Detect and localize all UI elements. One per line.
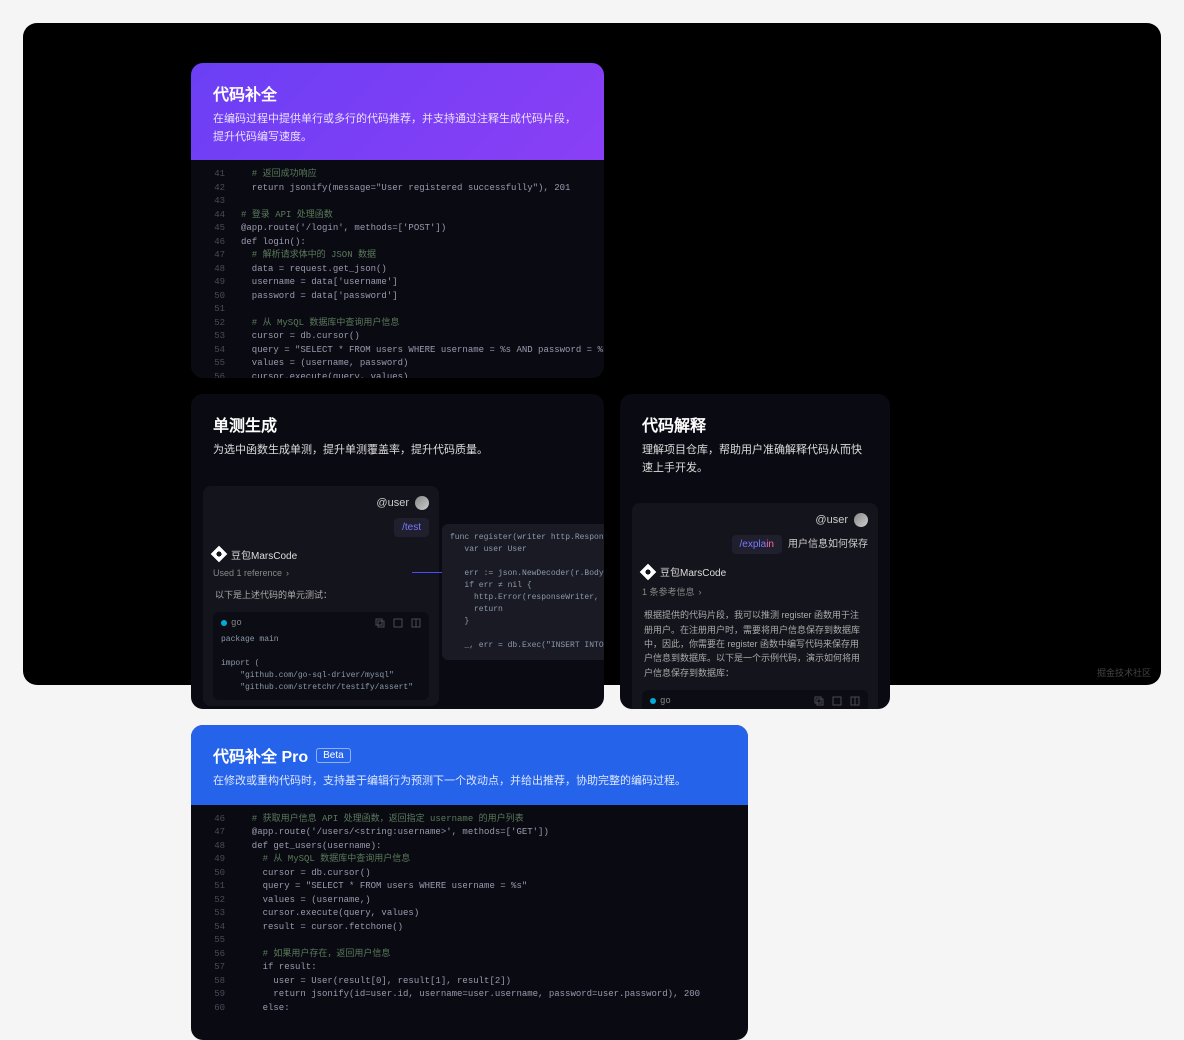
code-line: 50 password = data['password'] <box>191 290 604 304</box>
language-tag: go <box>650 696 671 706</box>
code-line: 59 return jsonify(id=user.id, username=u… <box>191 988 748 1002</box>
code-line: 54 result = cursor.fetchone() <box>191 921 748 935</box>
code-line: 44# 登录 API 处理函数 <box>191 209 604 223</box>
card-header: 单测生成 为选中函数生成单测，提升单测覆盖率，提升代码质量。 <box>191 394 604 474</box>
code-line: 56 # 如果用户存在，返回用户信息 <box>191 948 748 962</box>
code-text: package main import ( "github.com/go-sql… <box>221 634 421 694</box>
user-row: @user <box>213 496 429 510</box>
code-line: 45@app.route('/login', methods=['POST']) <box>191 222 604 236</box>
chat-panel: @user /test 豆包MarsCode Used 1 reference … <box>203 486 439 706</box>
avatar-icon <box>415 496 429 510</box>
code-line: 43 <box>191 195 604 209</box>
copy-icon[interactable] <box>814 696 824 706</box>
example-code-block: go func register(writer http.ResponseWri… <box>642 690 868 709</box>
bot-logo-icon <box>211 546 228 563</box>
code-line: 47 @app.route('/users/<string:username>'… <box>191 826 748 840</box>
card-title: 代码补全 <box>213 81 582 105</box>
diff-icon[interactable] <box>850 696 860 706</box>
code-line: 48 def get_users(username): <box>191 840 748 854</box>
generated-code-block: go package main import ( "github.com/go-… <box>213 612 429 700</box>
code-line: 53 cursor.execute(query, values) <box>191 907 748 921</box>
code-line: 41 # 返回成功响应 <box>191 168 604 182</box>
code-line: 57 if result: <box>191 961 748 975</box>
card-header: 代码补全 在编码过程中提供单行或多行的代码推荐，并支持通过注释生成代码片段，提升… <box>191 63 604 160</box>
code-line: 49 username = data['username'] <box>191 276 604 290</box>
code-line: 46def login(): <box>191 236 604 250</box>
intro-text: 以下是上述代码的单元测试： <box>213 584 429 606</box>
card-header: 代码解释 理解项目仓库，帮助用户准确解释代码从而快速上手开发。 <box>620 394 890 491</box>
bot-header: 豆包MarsCode <box>213 547 429 562</box>
slash-command-tag[interactable]: /test <box>394 518 429 537</box>
bot-header: 豆包MarsCode <box>642 564 868 579</box>
code-line: 55 <box>191 934 748 948</box>
code-line: 51 query = "SELECT * FROM users WHERE us… <box>191 880 748 894</box>
reference-link[interactable]: Used 1 reference › <box>213 568 429 578</box>
insert-icon[interactable] <box>832 696 842 706</box>
card-desc: 理解项目仓库，帮助用户准确解释代码从而快速上手开发。 <box>642 442 868 477</box>
bot-logo-icon <box>640 563 657 580</box>
code-line: 60 else: <box>191 1002 748 1016</box>
avatar-icon <box>854 513 868 527</box>
code-snippet: 46 # 获取用户信息 API 处理函数，返回指定 username 的用户列表… <box>191 805 748 1024</box>
code-line: 42 return jsonify(message="User register… <box>191 182 604 196</box>
code-line: 53 cursor = db.cursor() <box>191 330 604 344</box>
card-desc: 为选中函数生成单测，提升单测覆盖率，提升代码质量。 <box>213 442 582 460</box>
card-title: 代码解释 <box>642 412 868 436</box>
feature-cards-container: 代码补全 在编码过程中提供单行或多行的代码推荐，并支持通过注释生成代码片段，提升… <box>23 23 1161 685</box>
card-desc: 在修改或重构代码时，支持基于编辑行为预测下一个改动点，并给出推荐，协助完整的编码… <box>213 773 726 791</box>
card-code-completion: 代码补全 在编码过程中提供单行或多行的代码推荐，并支持通过注释生成代码片段，提升… <box>191 63 604 378</box>
code-line: 48 data = request.get_json() <box>191 263 604 277</box>
code-line: 52 values = (username,) <box>191 894 748 908</box>
chevron-right-icon: › <box>699 587 702 597</box>
code-line: 46 # 获取用户信息 API 处理函数，返回指定 username 的用户列表 <box>191 813 748 827</box>
card-unittest: 单测生成 为选中函数生成单测，提升单测覆盖率，提升代码质量。 @user /te… <box>191 394 604 709</box>
explanation-text: 根据提供的代码片段，我可以推测 register 函数用于注册用户。在注册用户时… <box>642 604 868 684</box>
code-line: 51 <box>191 303 604 317</box>
user-label: @user <box>376 497 409 509</box>
card-title: 代码补全 Pro Beta <box>213 743 726 767</box>
code-line: 56 cursor.execute(query, values) <box>191 371 604 378</box>
user-row: @user <box>642 513 868 527</box>
chevron-right-icon: › <box>286 568 289 578</box>
code-line: 49 # 从 MySQL 数据库中查询用户信息 <box>191 853 748 867</box>
user-label: @user <box>815 514 848 526</box>
code-line: 58 user = User(result[0], result[1], res… <box>191 975 748 989</box>
watermark: 掘金技术社区 <box>1097 666 1151 679</box>
bot-name: 豆包MarsCode <box>660 564 726 579</box>
card-header: 代码补全 Pro Beta 在修改或重构代码时，支持基于编辑行为预测下一个改动点… <box>191 725 748 805</box>
code-line: 55 values = (username, password) <box>191 357 604 371</box>
chat-panel: @user /explain 用户信息如何保存 豆包MarsCode 1 条参考… <box>632 503 878 709</box>
card-explain: 代码解释 理解项目仓库，帮助用户准确解释代码从而快速上手开发。 @user /e… <box>620 394 890 709</box>
code-line: 50 cursor = db.cursor() <box>191 867 748 881</box>
beta-badge: Beta <box>316 748 351 763</box>
card-desc: 在编码过程中提供单行或多行的代码推荐，并支持通过注释生成代码片段，提升代码编写速… <box>213 111 582 146</box>
copy-icon[interactable] <box>375 618 385 628</box>
code-line: 52 # 从 MySQL 数据库中查询用户信息 <box>191 317 604 331</box>
insert-icon[interactable] <box>393 618 403 628</box>
card-title: 单测生成 <box>213 412 582 436</box>
source-code-preview: func register(writer http.Respon var use… <box>442 524 604 660</box>
language-tag: go <box>221 618 242 628</box>
code-line: 47 # 解析请求体中的 JSON 数据 <box>191 249 604 263</box>
user-query: 用户信息如何保存 <box>788 535 868 554</box>
code-snippet: 41 # 返回成功响应42 return jsonify(message="Us… <box>191 160 604 378</box>
code-line: 54 query = "SELECT * FROM users WHERE us… <box>191 344 604 358</box>
bot-name: 豆包MarsCode <box>231 547 297 562</box>
reference-link[interactable]: 1 条参考信息 › <box>642 585 868 598</box>
card-completion-pro: 代码补全 Pro Beta 在修改或重构代码时，支持基于编辑行为预测下一个改动点… <box>191 725 748 1040</box>
slash-command-tag[interactable]: /explain <box>732 535 782 554</box>
